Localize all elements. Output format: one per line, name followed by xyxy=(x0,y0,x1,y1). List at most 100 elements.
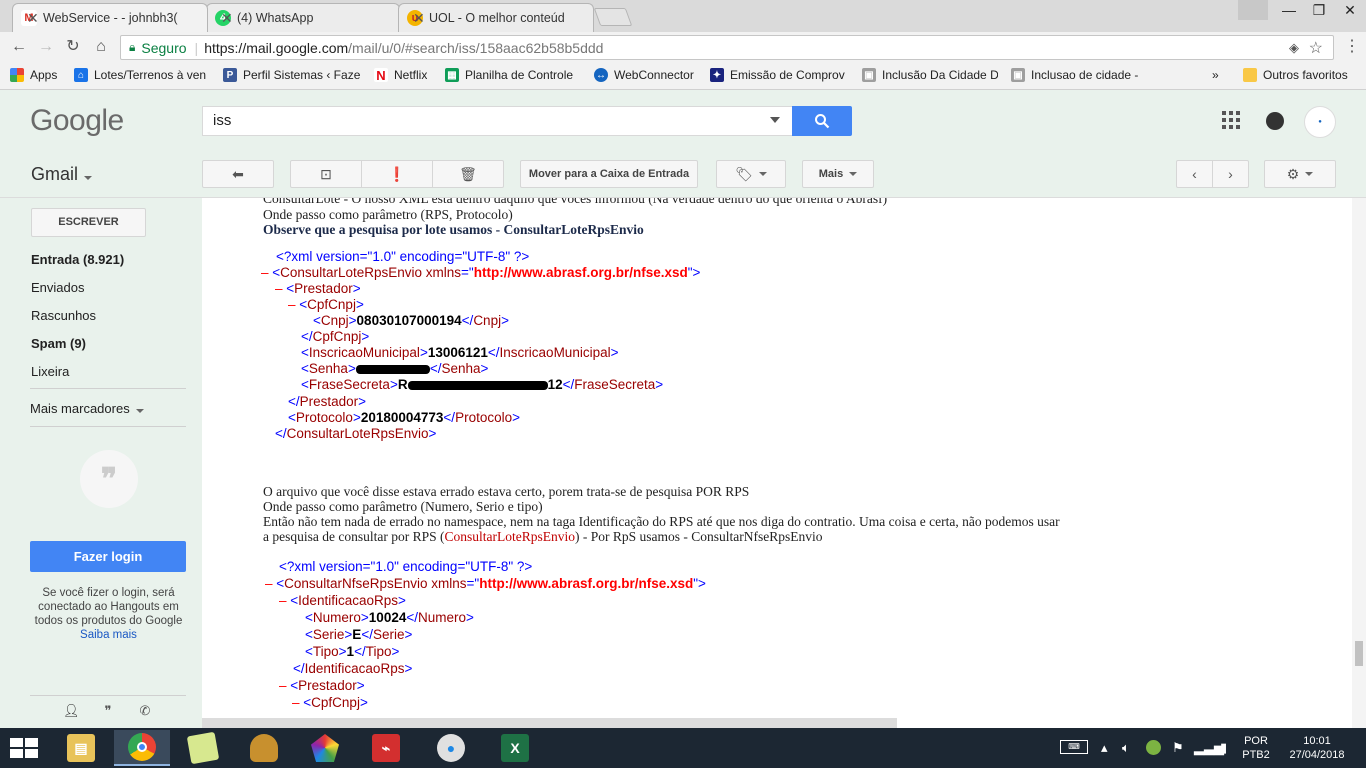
show-hidden-icons[interactable]: ▴ xyxy=(1101,740,1108,756)
tab-webservice[interactable]: M WebService - - johnbh3( ✕ xyxy=(12,3,208,32)
collapse-icon[interactable]: – xyxy=(279,593,287,608)
bookmark-lotes[interactable]: ⌂ Lotes/Terrenos à ven xyxy=(74,68,210,82)
collapse-icon[interactable]: – xyxy=(279,678,287,693)
sidebar-item-inbox[interactable]: Entrada (8.921) xyxy=(31,252,124,267)
close-tab-icon[interactable]: ✕ xyxy=(221,10,233,26)
google-apps-icon[interactable] xyxy=(1222,111,1240,129)
collapse-icon[interactable]: – xyxy=(261,265,269,280)
search-button[interactable] xyxy=(792,106,852,136)
image-icon: ▣ xyxy=(862,68,876,82)
google-logo[interactable]: Google xyxy=(30,104,124,138)
report-spam-button[interactable]: ❗ xyxy=(361,160,433,188)
taskbar-app-helmet[interactable] xyxy=(236,730,292,766)
move-to-inbox-button[interactable]: Mover para a Caixa de Entrada xyxy=(520,160,698,188)
forward-icon[interactable]: → xyxy=(35,36,57,58)
vertical-scrollbar[interactable] xyxy=(1352,198,1366,728)
hangouts-bar: 👤︎ ❞ ✆ xyxy=(0,695,202,728)
keyboard-icon[interactable]: ⌨ xyxy=(1060,740,1088,754)
bookmark-outros-favoritos[interactable]: Outros favoritos xyxy=(1243,68,1348,82)
taskbar-excel[interactable]: X xyxy=(487,730,543,766)
taskbar-chrome[interactable] xyxy=(114,730,170,766)
learn-more-link[interactable]: Saiba mais xyxy=(80,629,137,641)
xml-value: 1 xyxy=(346,644,355,659)
bookmark-inclusao-cidade[interactable]: ▣ Inclusão Da Cidade D xyxy=(862,68,998,82)
xml-value: 12 xyxy=(547,377,563,392)
login-description: Se você fizer o login, será conectado ao… xyxy=(34,587,183,627)
xml-root-open: – <ConsultarLoteRpsEnvio xmlns="http://w… xyxy=(261,265,701,280)
scrollbar-thumb[interactable] xyxy=(1355,641,1363,666)
horizontal-scrollbar[interactable] xyxy=(202,718,897,728)
more-bookmarks-icon[interactable]: » xyxy=(1212,68,1219,82)
bookmark-netflix[interactable]: N Netflix xyxy=(374,68,427,82)
bookmark-emissao[interactable]: ✦ Emissão de Comprov xyxy=(710,68,846,82)
more-labels-toggle[interactable]: Mais marcadores xyxy=(30,401,144,416)
xml-tag: Protocolo xyxy=(295,410,353,425)
hangouts-chat-icon[interactable]: ❞ xyxy=(100,703,116,719)
flag-icon[interactable]: ⚑ xyxy=(1172,740,1184,756)
close-window-icon[interactable]: ✕ xyxy=(1335,0,1365,20)
windows-start-icon[interactable] xyxy=(10,738,38,758)
sidebar-item-drafts[interactable]: Rascunhos xyxy=(31,308,96,323)
bookmark-star-icon[interactable]: ☆ xyxy=(1309,38,1323,58)
taskbar-app-polygon[interactable] xyxy=(297,730,353,766)
compose-button[interactable]: ESCREVER xyxy=(31,208,146,237)
bookmark-inclusao-de-cidade[interactable]: ▣ Inclusao de cidade - xyxy=(1011,68,1147,82)
sidebar-item-spam[interactable]: Spam (9) xyxy=(31,336,86,351)
home-icon[interactable]: ⌂ xyxy=(90,36,112,58)
labels-button[interactable]: 🏷︎ xyxy=(716,160,786,188)
close-tab-icon[interactable]: ✕ xyxy=(27,10,39,26)
taskbar-acrobat[interactable]: ⌁ xyxy=(358,730,414,766)
bookmark-perfil[interactable]: P Perfil Sistemas ‹ Faze xyxy=(223,68,361,82)
minimize-icon[interactable]: — xyxy=(1274,0,1304,20)
taskbar-file-explorer[interactable]: ▤ xyxy=(53,730,109,766)
notifications-icon[interactable] xyxy=(1266,112,1284,130)
view-icon[interactable]: ◈ xyxy=(1289,40,1299,56)
more-labels-label: Mais marcadores xyxy=(30,401,130,416)
reload-icon[interactable]: ↻ xyxy=(62,36,84,58)
network-status-icon[interactable] xyxy=(1146,740,1161,755)
bookmark-webconnector[interactable]: ↔ WebConnector xyxy=(594,68,694,82)
collapse-icon[interactable]: – xyxy=(275,281,283,296)
browser-tab-strip: M WebService - - johnbh3( ✕ 4 (4) WhatsA… xyxy=(0,0,1366,32)
back-to-list-button[interactable]: ⬅ xyxy=(202,160,274,188)
volume-icon[interactable]: 🔈︎ xyxy=(1122,740,1130,756)
collapse-icon[interactable]: – xyxy=(292,695,300,710)
webconnector-icon: ↔ xyxy=(594,68,608,82)
bookmark-planilha[interactable]: ▦ Planilha de Controle xyxy=(445,68,579,82)
xml-tag: Tipo xyxy=(365,644,392,659)
tab-whatsapp[interactable]: 4 (4) WhatsApp ✕ xyxy=(206,3,400,32)
avatar[interactable]: ● xyxy=(1304,106,1336,138)
sidebar-item-sent[interactable]: Enviados xyxy=(31,280,84,295)
more-button[interactable]: Mais xyxy=(802,160,874,188)
settings-button[interactable]: ⚙ xyxy=(1264,160,1336,188)
collapse-icon[interactable]: – xyxy=(265,576,273,591)
gmail-menu[interactable]: Gmail xyxy=(31,164,93,185)
search-input[interactable]: iss xyxy=(202,106,792,136)
address-bar[interactable]: 🔒︎ Seguro | https://mail.google.com /mai… xyxy=(120,35,1334,60)
language-indicator[interactable]: POR PTB2 xyxy=(1236,734,1276,762)
newer-button[interactable]: ‹ xyxy=(1176,160,1213,188)
xml-cpfcnpj-open: – <CpfCnpj> xyxy=(292,695,368,710)
archive-button[interactable]: ⊡ xyxy=(290,160,362,188)
battery-icon[interactable]: ▮ xyxy=(1220,740,1227,756)
login-button[interactable]: Fazer login xyxy=(30,541,186,572)
chrome-menu-icon[interactable]: ⋮ xyxy=(1344,36,1360,56)
maximize-icon[interactable]: ❐ xyxy=(1304,0,1334,20)
tab-uol[interactable]: u UOL - O melhor conteúd ✕ xyxy=(398,3,594,32)
taskbar-sticky-notes[interactable] xyxy=(175,730,231,766)
close-tab-icon[interactable]: ✕ xyxy=(413,10,425,26)
taskbar-paint[interactable]: ● xyxy=(423,730,479,766)
back-icon[interactable]: ← xyxy=(8,36,30,58)
new-tab-button[interactable] xyxy=(593,8,633,26)
bookmark-apps[interactable]: Apps xyxy=(10,68,57,82)
clock[interactable]: 10:01 27/04/2018 xyxy=(1282,734,1352,762)
profile-button[interactable] xyxy=(1238,0,1268,20)
older-button[interactable]: › xyxy=(1212,160,1249,188)
collapse-icon[interactable]: – xyxy=(288,297,296,312)
phone-icon[interactable]: ✆ xyxy=(137,703,153,719)
contacts-person-icon[interactable]: 👤︎ xyxy=(63,703,80,719)
search-options-icon[interactable] xyxy=(770,117,780,123)
back-arrow-icon: ⬅ xyxy=(232,165,244,182)
delete-button[interactable]: 🗑︎ xyxy=(432,160,504,188)
sidebar-item-trash[interactable]: Lixeira xyxy=(31,364,69,379)
